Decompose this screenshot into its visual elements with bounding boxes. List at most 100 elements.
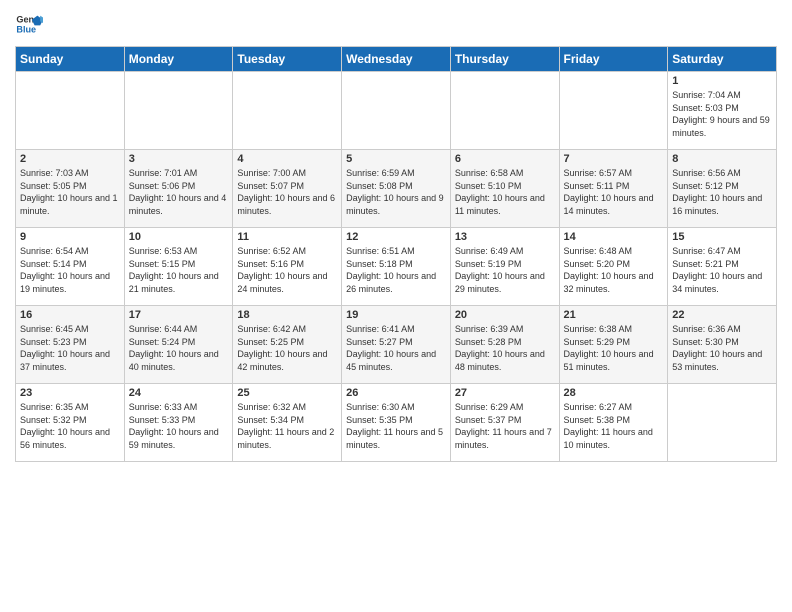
calendar-header: SundayMondayTuesdayWednesdayThursdayFrid…: [16, 47, 777, 72]
day-number: 19: [346, 309, 446, 321]
day-info: Sunrise: 6:27 AM Sunset: 5:38 PM Dayligh…: [564, 401, 664, 451]
main-container: General Blue SundayMondayTuesdayWednesda…: [0, 0, 792, 472]
day-info: Sunrise: 6:59 AM Sunset: 5:08 PM Dayligh…: [346, 167, 446, 217]
day-number: 24: [129, 387, 229, 399]
day-info: Sunrise: 6:56 AM Sunset: 5:12 PM Dayligh…: [672, 167, 772, 217]
day-cell: [668, 384, 777, 462]
header-cell-saturday: Saturday: [668, 47, 777, 72]
logo-icon: General Blue: [15, 10, 43, 38]
logo: General Blue: [15, 10, 47, 38]
week-row-3: 9 Sunrise: 6:54 AM Sunset: 5:14 PM Daylig…: [16, 228, 777, 306]
day-info: Sunrise: 6:51 AM Sunset: 5:18 PM Dayligh…: [346, 245, 446, 295]
day-number: 22: [672, 309, 772, 321]
day-cell: [124, 72, 233, 150]
day-number: 16: [20, 309, 120, 321]
day-cell: 4 Sunrise: 7:00 AM Sunset: 5:07 PM Daylig…: [233, 150, 342, 228]
day-cell: 7 Sunrise: 6:57 AM Sunset: 5:11 PM Daylig…: [559, 150, 668, 228]
day-number: 25: [237, 387, 337, 399]
day-cell: 15 Sunrise: 6:47 AM Sunset: 5:21 PM Dayli…: [668, 228, 777, 306]
day-number: 15: [672, 231, 772, 243]
day-info: Sunrise: 6:58 AM Sunset: 5:10 PM Dayligh…: [455, 167, 555, 217]
day-info: Sunrise: 7:03 AM Sunset: 5:05 PM Dayligh…: [20, 167, 120, 217]
day-cell: 5 Sunrise: 6:59 AM Sunset: 5:08 PM Daylig…: [342, 150, 451, 228]
day-number: 9: [20, 231, 120, 243]
day-cell: 23 Sunrise: 6:35 AM Sunset: 5:32 PM Dayli…: [16, 384, 125, 462]
day-number: 17: [129, 309, 229, 321]
day-number: 3: [129, 153, 229, 165]
day-info: Sunrise: 6:48 AM Sunset: 5:20 PM Dayligh…: [564, 245, 664, 295]
day-info: Sunrise: 6:38 AM Sunset: 5:29 PM Dayligh…: [564, 323, 664, 373]
day-cell: 11 Sunrise: 6:52 AM Sunset: 5:16 PM Dayli…: [233, 228, 342, 306]
day-number: 28: [564, 387, 664, 399]
day-number: 26: [346, 387, 446, 399]
day-info: Sunrise: 7:04 AM Sunset: 5:03 PM Dayligh…: [672, 89, 772, 139]
day-number: 12: [346, 231, 446, 243]
week-row-5: 23 Sunrise: 6:35 AM Sunset: 5:32 PM Dayli…: [16, 384, 777, 462]
day-number: 2: [20, 153, 120, 165]
header-row-days: SundayMondayTuesdayWednesdayThursdayFrid…: [16, 47, 777, 72]
day-number: 5: [346, 153, 446, 165]
day-cell: 20 Sunrise: 6:39 AM Sunset: 5:28 PM Dayli…: [450, 306, 559, 384]
day-cell: 13 Sunrise: 6:49 AM Sunset: 5:19 PM Dayli…: [450, 228, 559, 306]
day-cell: [342, 72, 451, 150]
day-number: 14: [564, 231, 664, 243]
day-number: 7: [564, 153, 664, 165]
day-info: Sunrise: 6:53 AM Sunset: 5:15 PM Dayligh…: [129, 245, 229, 295]
day-info: Sunrise: 6:49 AM Sunset: 5:19 PM Dayligh…: [455, 245, 555, 295]
day-number: 1: [672, 75, 772, 87]
day-info: Sunrise: 6:30 AM Sunset: 5:35 PM Dayligh…: [346, 401, 446, 451]
day-cell: 10 Sunrise: 6:53 AM Sunset: 5:15 PM Dayli…: [124, 228, 233, 306]
day-info: Sunrise: 6:47 AM Sunset: 5:21 PM Dayligh…: [672, 245, 772, 295]
day-cell: 27Sunrise: 6:29 AM Sunset: 5:37 PM Dayli…: [450, 384, 559, 462]
day-cell: 6 Sunrise: 6:58 AM Sunset: 5:10 PM Daylig…: [450, 150, 559, 228]
day-cell: 28 Sunrise: 6:27 AM Sunset: 5:38 PM Dayli…: [559, 384, 668, 462]
day-number: 13: [455, 231, 555, 243]
day-cell: 22 Sunrise: 6:36 AM Sunset: 5:30 PM Dayli…: [668, 306, 777, 384]
day-info: Sunrise: 6:29 AM Sunset: 5:37 PM Dayligh…: [455, 401, 555, 451]
day-info: Sunrise: 6:57 AM Sunset: 5:11 PM Dayligh…: [564, 167, 664, 217]
header-cell-thursday: Thursday: [450, 47, 559, 72]
day-cell: 9 Sunrise: 6:54 AM Sunset: 5:14 PM Daylig…: [16, 228, 125, 306]
day-number: 6: [455, 153, 555, 165]
day-info: Sunrise: 6:33 AM Sunset: 5:33 PM Dayligh…: [129, 401, 229, 451]
day-cell: [559, 72, 668, 150]
day-info: Sunrise: 6:52 AM Sunset: 5:16 PM Dayligh…: [237, 245, 337, 295]
day-info: Sunrise: 6:35 AM Sunset: 5:32 PM Dayligh…: [20, 401, 120, 451]
day-cell: [450, 72, 559, 150]
day-cell: 8 Sunrise: 6:56 AM Sunset: 5:12 PM Daylig…: [668, 150, 777, 228]
day-number: 23: [20, 387, 120, 399]
calendar-table: SundayMondayTuesdayWednesdayThursdayFrid…: [15, 46, 777, 462]
day-cell: 21 Sunrise: 6:38 AM Sunset: 5:29 PM Dayli…: [559, 306, 668, 384]
day-info: Sunrise: 6:39 AM Sunset: 5:28 PM Dayligh…: [455, 323, 555, 373]
day-info: Sunrise: 7:01 AM Sunset: 5:06 PM Dayligh…: [129, 167, 229, 217]
day-info: Sunrise: 6:45 AM Sunset: 5:23 PM Dayligh…: [20, 323, 120, 373]
day-cell: 2 Sunrise: 7:03 AM Sunset: 5:05 PM Daylig…: [16, 150, 125, 228]
day-number: 20: [455, 309, 555, 321]
day-info: Sunrise: 6:36 AM Sunset: 5:30 PM Dayligh…: [672, 323, 772, 373]
day-cell: 1 Sunrise: 7:04 AM Sunset: 5:03 PM Daylig…: [668, 72, 777, 150]
day-cell: 17Sunrise: 6:44 AM Sunset: 5:24 PM Dayli…: [124, 306, 233, 384]
day-cell: 26 Sunrise: 6:30 AM Sunset: 5:35 PM Dayli…: [342, 384, 451, 462]
day-info: Sunrise: 6:42 AM Sunset: 5:25 PM Dayligh…: [237, 323, 337, 373]
header-row: General Blue: [15, 10, 777, 38]
day-number: 8: [672, 153, 772, 165]
day-number: 10: [129, 231, 229, 243]
week-row-4: 16 Sunrise: 6:45 AM Sunset: 5:23 PM Dayli…: [16, 306, 777, 384]
day-number: 4: [237, 153, 337, 165]
day-number: 21: [564, 309, 664, 321]
week-row-2: 2 Sunrise: 7:03 AM Sunset: 5:05 PM Daylig…: [16, 150, 777, 228]
svg-text:Blue: Blue: [16, 24, 36, 34]
day-cell: 3 Sunrise: 7:01 AM Sunset: 5:06 PM Daylig…: [124, 150, 233, 228]
header-cell-wednesday: Wednesday: [342, 47, 451, 72]
day-cell: 16 Sunrise: 6:45 AM Sunset: 5:23 PM Dayli…: [16, 306, 125, 384]
day-info: Sunrise: 6:41 AM Sunset: 5:27 PM Dayligh…: [346, 323, 446, 373]
header-cell-tuesday: Tuesday: [233, 47, 342, 72]
day-cell: [16, 72, 125, 150]
day-cell: 18Sunrise: 6:42 AM Sunset: 5:25 PM Dayli…: [233, 306, 342, 384]
day-cell: 25Sunrise: 6:32 AM Sunset: 5:34 PM Dayli…: [233, 384, 342, 462]
week-row-1: 1 Sunrise: 7:04 AM Sunset: 5:03 PM Daylig…: [16, 72, 777, 150]
day-number: 11: [237, 231, 337, 243]
day-cell: 19 Sunrise: 6:41 AM Sunset: 5:27 PM Dayli…: [342, 306, 451, 384]
day-info: Sunrise: 6:54 AM Sunset: 5:14 PM Dayligh…: [20, 245, 120, 295]
day-info: Sunrise: 7:00 AM Sunset: 5:07 PM Dayligh…: [237, 167, 337, 217]
